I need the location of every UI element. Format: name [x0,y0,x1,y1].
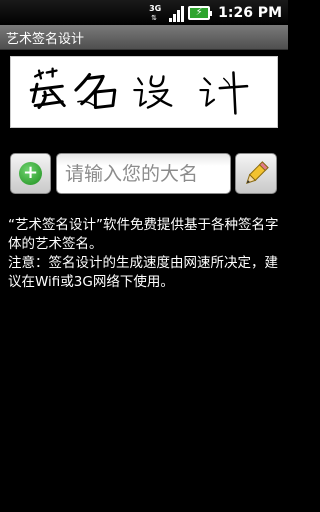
description-note: 注意：签名设计的生成速度由网速所决定，建议在Wifi或3G网络下使用。 [8,255,278,290]
app-title-bar: 艺术签名设计 [0,25,288,50]
signature-preview [10,56,278,128]
pencil-icon [246,160,269,184]
app-title: 艺术签名设计 [6,31,85,47]
description-intro: “艺术签名设计”软件免费提供基于各种签名字体的艺术签名。 [8,217,279,252]
add-button[interactable]: + [10,153,51,194]
status-time: 1:26 PM [218,4,282,21]
status-bar: 3G ⇅ ⚡ 1:26 PM [0,0,288,25]
signature-image [29,67,249,115]
edit-button[interactable] [235,153,277,194]
description: “艺术签名设计”软件免费提供基于各种签名字体的艺术签名。 注意：签名设计的生成速… [8,216,284,292]
plus-circle-icon: + [19,162,42,185]
battery-charging-icon: ⚡ [188,5,213,20]
name-input[interactable] [56,153,231,194]
3g-data-icon: 3G ⇅ [149,3,162,22]
signal-icon [169,4,185,22]
